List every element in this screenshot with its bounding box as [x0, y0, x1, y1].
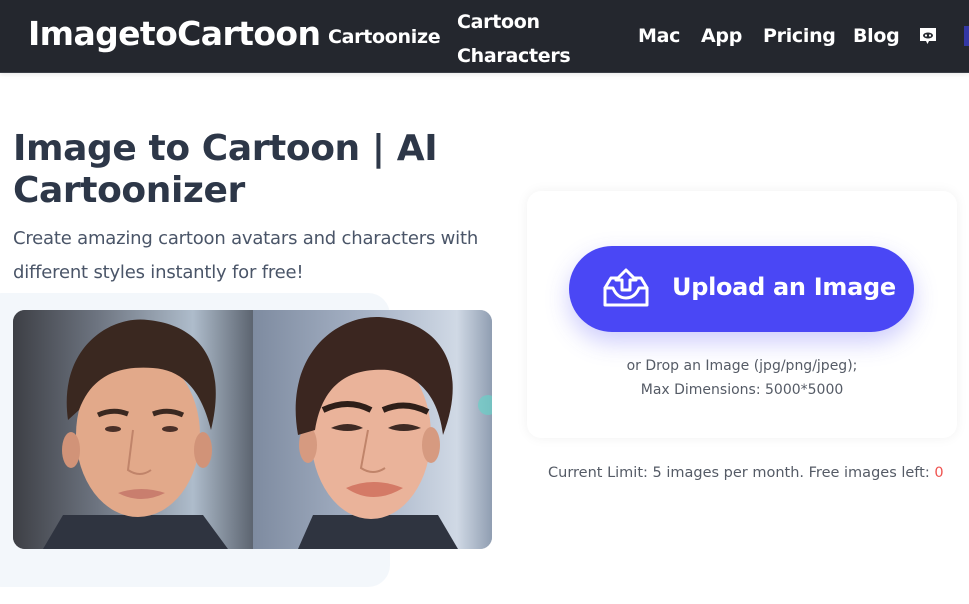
max-dimensions: Max Dimensions: 5000*5000	[640, 382, 844, 398]
upload-image-button[interactable]: Upload an Image	[569, 246, 914, 332]
nav-cartoon-characters[interactable]: Cartoon Characters	[457, 5, 577, 73]
usage-limit-label: Current Limit: 5 images per month. Free …	[548, 465, 935, 481]
upload-inbox-icon	[602, 268, 650, 308]
nav-mac[interactable]: Mac	[638, 23, 680, 49]
free-images-left: 0	[934, 465, 944, 481]
page-title: Image to Cartoon | AI Cartoonizer	[13, 128, 438, 211]
page-subtitle: Create amazing cartoon avatars and chara…	[13, 228, 479, 283]
drop-hint: or Drop an Image (jpg/png/jpeg);	[626, 358, 858, 374]
nav-blog[interactable]: Blog	[853, 23, 900, 49]
drop-instructions: or Drop an Image (jpg/png/jpeg); Max Dim…	[527, 354, 957, 402]
cartoonized-photo	[252, 310, 492, 549]
nav-app[interactable]: App	[701, 23, 742, 49]
top-navbar: ImagetoCartoon Cartoonize Cartoon Charac…	[0, 0, 969, 73]
before-after-preview	[13, 310, 492, 549]
original-photo	[13, 310, 253, 549]
offscreen-button-edge[interactable]	[964, 26, 969, 46]
discord-icon[interactable]	[918, 26, 938, 46]
upload-button-label: Upload an Image	[672, 273, 896, 301]
site-logo[interactable]: ImagetoCartoon	[28, 12, 321, 56]
nav-pricing[interactable]: Pricing	[763, 23, 836, 49]
nav-cartoonize[interactable]: Cartoonize	[328, 24, 441, 50]
usage-limit: Current Limit: 5 images per month. Free …	[548, 462, 944, 484]
